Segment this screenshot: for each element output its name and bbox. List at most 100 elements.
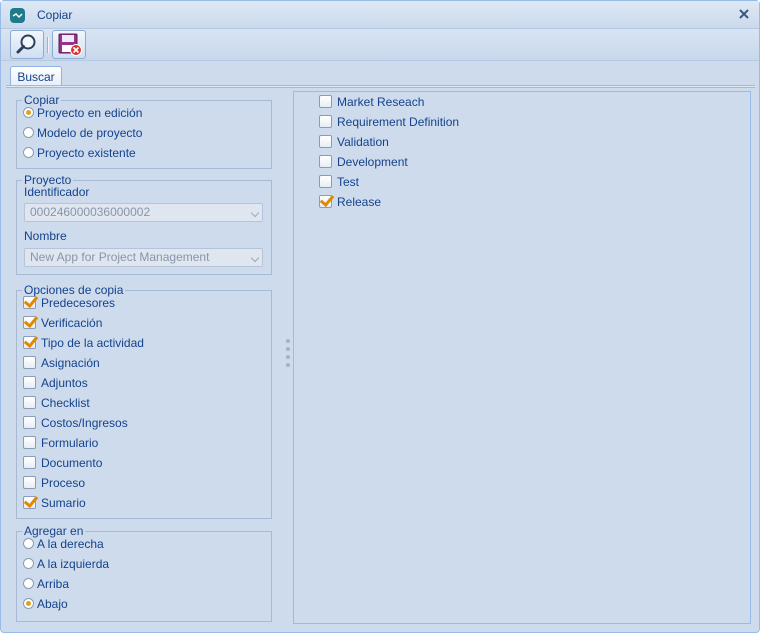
panel-splitter-handle[interactable] [285, 339, 291, 375]
radio-icon [23, 558, 34, 569]
phase-label: Development [337, 155, 408, 169]
checkbox-costos-ingresos[interactable]: Costos/Ingresos [23, 414, 128, 432]
checkbox-icon [319, 95, 332, 108]
copy-source-group: Copiar Proyecto en edición Modelo de pro… [16, 94, 272, 169]
project-name-select[interactable]: New App for Project Management [24, 248, 263, 267]
checkbox-checked-icon [23, 336, 36, 349]
checkbox-icon [23, 476, 36, 489]
identifier-select[interactable]: 000246000036000002 [24, 203, 263, 222]
radio-selected-icon [23, 107, 34, 118]
project-group: Proyecto Identificador 00024600003600000… [16, 174, 272, 275]
phase-item-development[interactable]: Development [319, 153, 408, 171]
checkbox-tipo-de-la-actividad[interactable]: Tipo de la actividad [23, 334, 144, 352]
phase-item-requirement-definition[interactable]: Requirement Definition [319, 113, 459, 131]
app-logo-icon [10, 8, 25, 23]
checkbox-checked-icon [23, 316, 36, 329]
magnifier-icon [16, 34, 36, 54]
checkbox-formulario[interactable]: Formulario [23, 434, 98, 452]
checkbox-asignacion[interactable]: Asignación [23, 354, 100, 372]
checkbox-checked-icon [319, 195, 332, 208]
checkbox-checklist[interactable]: Checklist [23, 394, 90, 412]
checkbox-icon [23, 456, 36, 469]
name-label: Nombre [24, 229, 67, 243]
tab-bar: Buscar [1, 62, 759, 88]
identifier-value: 000246000036000002 [30, 205, 151, 219]
checkbox-verificacion[interactable]: Verificación [23, 314, 102, 332]
radio-proyecto-en-edicion[interactable]: Proyecto en edición [23, 104, 142, 122]
checkbox-adjuntos[interactable]: Adjuntos [23, 374, 88, 392]
radio-label: A la derecha [37, 537, 104, 551]
radio-icon [23, 578, 34, 589]
phase-label: Requirement Definition [337, 115, 460, 129]
checkbox-proceso[interactable]: Proceso [23, 474, 85, 492]
radio-arriba[interactable]: Arriba [23, 575, 69, 593]
checkbox-documento[interactable]: Documento [23, 454, 102, 472]
phase-item-market-reseach[interactable]: Market Reseach [319, 93, 424, 111]
radio-selected-icon [23, 598, 34, 609]
project-name-value: New App for Project Management [30, 250, 210, 264]
checkbox-icon [319, 135, 332, 148]
checkbox-label: Verificación [41, 316, 103, 330]
chevron-down-icon [250, 253, 260, 263]
radio-label: Modelo de proyecto [37, 126, 143, 140]
checkbox-icon [23, 416, 36, 429]
checkbox-icon [23, 436, 36, 449]
radio-icon [23, 127, 34, 138]
window-title: Copiar [37, 8, 73, 22]
checkbox-label: Documento [41, 456, 103, 470]
search-button[interactable] [10, 30, 44, 59]
phase-label: Release [337, 195, 382, 209]
checkbox-icon [23, 376, 36, 389]
phase-item-validation[interactable]: Validation [319, 133, 389, 151]
cancel-save-button[interactable] [52, 30, 86, 59]
phase-item-release[interactable]: Release [319, 193, 381, 211]
radio-label: Proyecto en edición [37, 106, 143, 120]
close-icon[interactable] [737, 7, 751, 21]
radio-a-la-izquierda[interactable]: A la izquierda [23, 555, 109, 573]
checkbox-label: Costos/Ingresos [41, 416, 128, 430]
checkbox-icon [319, 155, 332, 168]
checkbox-label: Adjuntos [41, 376, 88, 390]
phase-label: Test [337, 175, 360, 189]
copy-dialog: Copiar Buscar Copiar Proyecto en edición… [0, 0, 760, 633]
checkbox-icon [319, 175, 332, 188]
checkbox-checked-icon [23, 496, 36, 509]
radio-label: Proyecto existente [37, 146, 136, 160]
radio-abajo[interactable]: Abajo [23, 595, 68, 613]
tab-strip-line [6, 85, 755, 88]
identifier-label: Identificador [24, 185, 90, 199]
checkbox-checked-icon [23, 296, 36, 309]
radio-label: Abajo [37, 597, 68, 611]
radio-icon [23, 147, 34, 158]
phase-item-test[interactable]: Test [319, 173, 359, 191]
toolbar-separator [47, 37, 49, 53]
checkbox-icon [23, 356, 36, 369]
radio-icon [23, 538, 34, 549]
checkbox-label: Tipo de la actividad [41, 336, 144, 350]
radio-a-la-derecha[interactable]: A la derecha [23, 535, 104, 553]
checkbox-label: Asignación [41, 356, 100, 370]
checkbox-label: Proceso [41, 476, 86, 490]
toolbar [1, 29, 759, 61]
title-bar: Copiar [1, 1, 759, 29]
checkbox-label: Predecesores [41, 296, 116, 310]
checkbox-label: Checklist [41, 396, 90, 410]
add-in-group: Agregar en A la derecha A la izquierda A… [16, 525, 272, 622]
phase-label: Market Reseach [337, 95, 425, 109]
checkbox-label: Sumario [41, 496, 86, 510]
copy-options-group: Opciones de copia Predecesores Verificac… [16, 284, 272, 519]
radio-modelo-de-proyecto[interactable]: Modelo de proyecto [23, 124, 142, 142]
checkbox-icon [23, 396, 36, 409]
radio-label: A la izquierda [37, 557, 110, 571]
checkbox-icon [319, 115, 332, 128]
search-panel: Copiar Proyecto en edición Modelo de pro… [6, 89, 755, 629]
chevron-down-icon [250, 208, 260, 218]
floppy-disk-cancel-icon [58, 33, 82, 56]
checkbox-predecesores[interactable]: Predecesores [23, 294, 115, 312]
phase-list: Market Reseach Requirement Definition Va… [293, 91, 751, 624]
checkbox-label: Formulario [41, 436, 99, 450]
radio-proyecto-existente[interactable]: Proyecto existente [23, 144, 136, 162]
radio-label: Arriba [37, 577, 70, 591]
checkbox-sumario[interactable]: Sumario [23, 494, 86, 512]
phase-label: Validation [337, 135, 389, 149]
